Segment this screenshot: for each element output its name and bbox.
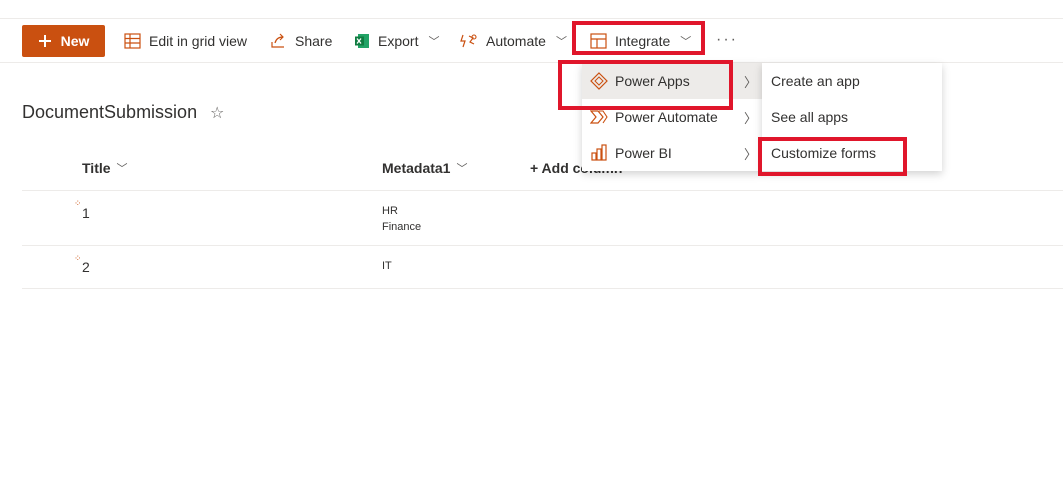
submenu-item-customize-forms[interactable]: Customize forms <box>762 135 942 171</box>
export-button[interactable]: Export ﹀ <box>354 25 439 57</box>
submenu-item-see-all-apps[interactable]: See all apps <box>762 99 942 135</box>
menu-item-power-bi[interactable]: Power BI 〉 <box>582 135 762 171</box>
integrate-button[interactable]: Integrate ﹀ <box>590 25 691 57</box>
power-automate-icon <box>590 110 608 124</box>
new-button[interactable]: New <box>22 25 105 57</box>
share-icon <box>271 33 284 48</box>
column-header-metadata1-label: Metadata1 <box>382 160 451 176</box>
chevron-down-icon: ﹀ <box>116 163 128 175</box>
favorite-star-icon[interactable]: ☆ <box>210 103 224 123</box>
grid-icon <box>124 33 141 49</box>
sharepoint-list-page: New Edit in grid view Share Export ﹀ Aut… <box>0 0 1063 497</box>
integrate-chevron-down-icon: ﹀ <box>680 36 692 48</box>
menu-item-label: Power BI <box>615 145 672 161</box>
new-item-icon: ⁘ <box>74 253 82 263</box>
command-bar: New Edit in grid view Share Export ﹀ Aut… <box>0 19 1063 63</box>
power-bi-icon <box>591 144 607 161</box>
chevron-right-icon: 〉 <box>744 146 758 162</box>
submenu-item-label: Customize forms <box>771 145 877 161</box>
metadata-value: HR <box>382 205 398 217</box>
power-apps-icon <box>590 72 608 90</box>
share-button[interactable]: Share <box>270 25 332 57</box>
export-label: Export <box>378 33 419 49</box>
integrate-label: Integrate <box>615 33 671 49</box>
submenu-item-create-app[interactable]: Create an app <box>762 63 942 99</box>
edit-grid-view-button[interactable]: Edit in grid view <box>124 25 247 57</box>
automate-button[interactable]: Automate ﹀ <box>460 25 567 57</box>
submenu-item-label: Create an app <box>771 73 860 89</box>
row-divider <box>22 245 1063 246</box>
edit-grid-view-label: Edit in grid view <box>149 33 248 49</box>
chevron-down-icon: ﹀ <box>456 163 468 175</box>
new-button-label: New <box>60 33 90 49</box>
row-metadata: HR Finance <box>382 203 421 235</box>
row-title[interactable]: 2 <box>82 259 90 275</box>
metadata-value: Finance <box>382 221 422 233</box>
menu-item-label: Power Apps <box>615 73 690 89</box>
page-title: DocumentSubmission <box>22 102 198 122</box>
excel-icon <box>355 34 369 48</box>
automate-icon <box>460 34 477 48</box>
row-title[interactable]: 1 <box>82 205 90 221</box>
menu-item-power-apps[interactable]: Power Apps 〉 <box>582 63 762 99</box>
export-chevron-down-icon: ﹀ <box>428 36 440 48</box>
new-item-icon: ⁘ <box>74 198 82 208</box>
row-metadata: IT <box>382 258 392 274</box>
column-header-title[interactable]: Title ﹀ <box>82 160 128 176</box>
integrate-menu: Power Apps 〉 Power Automate 〉 Power BI 〉 <box>582 63 762 171</box>
integrate-icon <box>590 33 607 49</box>
submenu-item-label: See all apps <box>771 109 849 125</box>
share-label: Share <box>295 33 333 49</box>
automate-chevron-down-icon: ﹀ <box>555 36 567 48</box>
automate-label: Automate <box>486 33 546 49</box>
column-header-metadata1[interactable]: Metadata1 ﹀ <box>382 160 467 176</box>
metadata-value: IT <box>382 260 392 272</box>
more-options-button[interactable]: ··· <box>716 31 738 49</box>
power-apps-submenu: Create an app See all apps Customize for… <box>762 63 942 171</box>
column-header-title-label: Title <box>82 160 111 176</box>
chevron-right-icon: 〉 <box>744 110 758 126</box>
plus-icon <box>38 35 51 47</box>
menu-item-label: Power Automate <box>615 109 718 125</box>
row-divider <box>22 288 1063 289</box>
chevron-right-icon: 〉 <box>744 74 758 90</box>
menu-item-power-automate[interactable]: Power Automate 〉 <box>582 99 762 135</box>
header-divider <box>22 190 1063 191</box>
